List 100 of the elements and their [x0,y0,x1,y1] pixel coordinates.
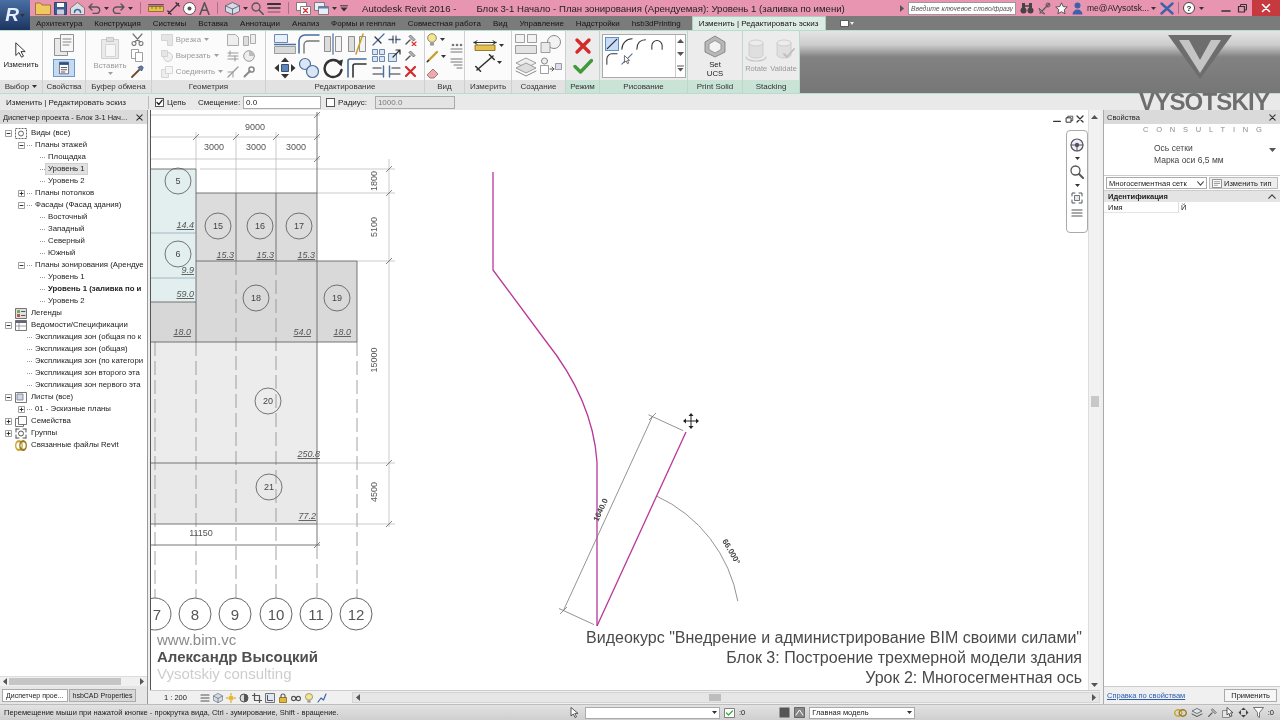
ribbon-tab[interactable]: Вид [486,16,514,30]
brush-icon[interactable] [130,65,144,78]
user-icon[interactable] [1072,1,1083,15]
shapes-arrow-icon[interactable] [540,57,562,77]
thin-lines-icon[interactable] [267,2,281,14]
sketch-segment[interactable] [596,431,687,627]
move-icon[interactable] [273,56,296,79]
caret-icon[interactable] [243,6,248,10]
user-menu[interactable]: me@AVysotsk... [1087,3,1156,13]
ribbon-tab[interactable]: Формы и генплан [325,16,402,30]
cancel-icon[interactable] [573,37,592,55]
ribbon-tab[interactable]: Аннотации [234,16,287,30]
rotate-icon[interactable] [321,56,344,79]
dimension-icon[interactable] [167,1,180,15]
lock-icon[interactable] [277,692,288,703]
collapse-icon[interactable] [18,141,25,149]
restore-icon[interactable] [1236,3,1248,13]
collapse-icon[interactable] [5,321,12,329]
satellite-dish-icon[interactable] [1038,1,1051,15]
steering-wheel-icon[interactable] [1070,138,1084,152]
tag-icon[interactable] [183,1,196,15]
properties-icon[interactable] [54,34,74,56]
measure-icon[interactable] [472,39,497,51]
extend-icon[interactable] [371,65,385,78]
dotted-lines-icon[interactable] [450,42,463,54]
move-icon[interactable] [1237,707,1249,718]
square-icon[interactable] [779,707,791,718]
pin-icon[interactable] [1206,707,1218,718]
house-icon[interactable] [70,1,85,15]
close-icon[interactable] [136,113,143,121]
panel-toggle-icon[interactable] [839,19,854,27]
scroll-up-icon[interactable] [1091,115,1098,119]
check-icon[interactable] [572,58,593,74]
filter-icon[interactable] [1252,707,1264,718]
ribbon-tab[interactable]: Архитектура [30,16,89,30]
caret-icon[interactable] [1199,6,1204,10]
split-icon[interactable] [371,33,385,46]
split-gap-icon[interactable] [387,33,401,46]
redo-icon[interactable] [112,2,125,14]
triangle-tile-icon[interactable] [794,707,806,718]
chain-link-icon[interactable] [1173,708,1187,717]
pin-icon[interactable] [403,49,417,62]
section-icon[interactable] [251,1,264,15]
align-icon[interactable] [273,33,296,54]
scroll-right-icon[interactable] [1092,694,1096,701]
group-frames-icon[interactable] [515,34,537,54]
cross-icon[interactable] [1160,1,1174,15]
restore-icon[interactable] [1064,115,1074,123]
layers-icon[interactable] [1190,707,1203,718]
caret-icon[interactable] [104,6,109,10]
unpin-icon[interactable] [403,33,417,46]
collapse-icon[interactable] [18,261,25,269]
caret-icon[interactable] [1074,184,1080,187]
scroll-down-icon[interactable] [1091,683,1098,687]
scissors-icon[interactable] [130,33,144,46]
undo-icon[interactable] [88,2,101,14]
ribbon-tab[interactable]: Надстройки [569,16,626,30]
ribbon-tab[interactable]: hsb3dPrinting [625,16,687,30]
scale-icon[interactable] [387,49,401,62]
tick-box-icon[interactable] [724,707,735,718]
fit-view-icon[interactable] [1071,192,1083,204]
assembly-icon[interactable] [540,34,562,54]
save-icon[interactable] [54,1,67,15]
expand-icon[interactable] [5,417,12,425]
copy-elements-icon[interactable] [297,56,320,79]
collapse-icon[interactable] [5,393,12,401]
cube-icon[interactable] [225,1,240,15]
ribbon-tab[interactable]: Изменить | Редактировать эскиз [691,16,826,30]
close-windows-icon[interactable] [296,1,311,15]
collapse-icon[interactable] [18,201,25,209]
scroll-thumb[interactable] [708,694,721,701]
type-properties-icon[interactable] [53,59,75,77]
scroll-thumb[interactable] [9,678,121,685]
caret-icon[interactable] [441,54,446,58]
expand-arrow-icon[interactable] [900,4,904,12]
dimension-icon[interactable] [474,53,495,72]
slash-icon[interactable] [227,65,240,78]
cube-icon[interactable] [212,692,223,703]
line-icon[interactable] [604,36,619,51]
ribbon-tab[interactable]: Совместная работа [401,16,487,30]
arc-icon[interactable] [634,36,649,51]
scroll-left-icon[interactable] [355,694,360,701]
ruler-icon[interactable] [148,4,164,12]
ribbon-tab[interactable]: Анализ [286,16,326,30]
star-icon[interactable] [1055,1,1068,15]
ribbon-tab[interactable]: Конструкция [88,16,147,30]
cursor-face-icon[interactable] [1221,707,1234,718]
graph-icon[interactable] [316,692,327,703]
scroll-up-icon[interactable] [676,39,684,43]
scroll-right-icon[interactable] [140,678,144,685]
checkbox[interactable] [155,97,164,107]
application-menu-button[interactable]: R [0,0,30,30]
trim-icon[interactable] [345,56,368,79]
wrench-icon[interactable] [243,65,256,78]
ribbon-tab[interactable]: Вставка [192,16,235,30]
zoom-icon[interactable] [1070,165,1084,179]
caret-icon[interactable] [498,43,504,47]
caret-icon[interactable] [128,6,133,10]
collapse-icon[interactable] [5,129,12,137]
expand-icon[interactable] [18,405,25,413]
